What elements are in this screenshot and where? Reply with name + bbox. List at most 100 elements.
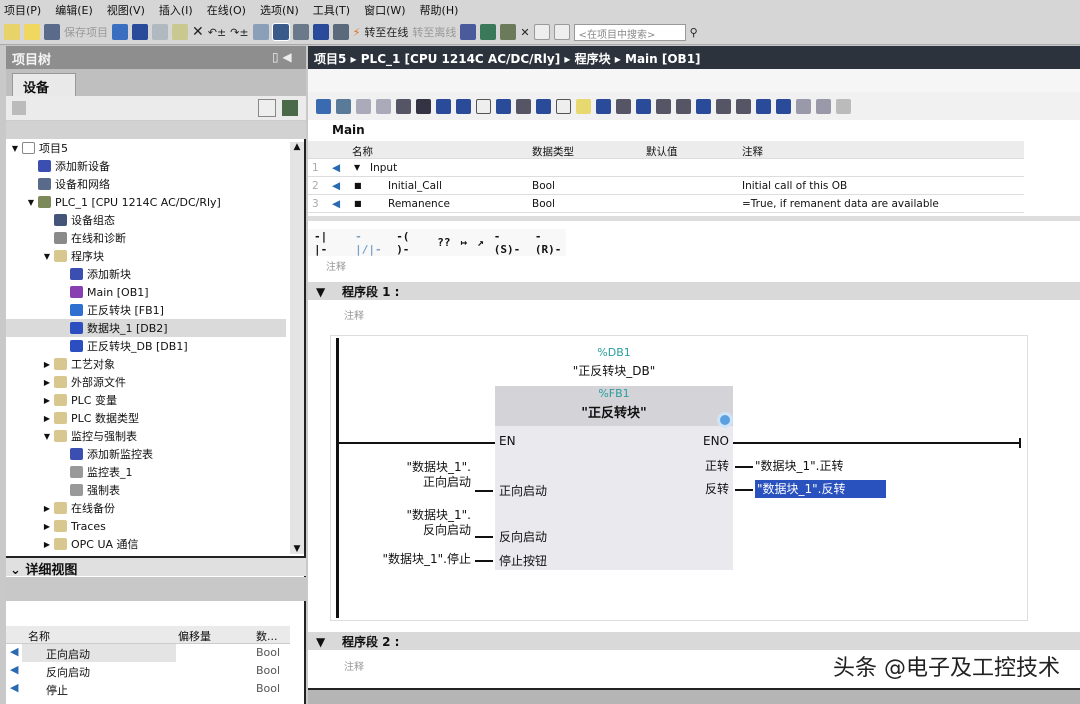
collapse-icon[interactable]: ▼: [316, 285, 325, 299]
tree-item[interactable]: ▶ 外部源文件: [6, 373, 286, 391]
menu-item[interactable]: 视图(V): [103, 2, 155, 18]
menu-item[interactable]: 编辑(E): [51, 2, 103, 18]
tree-item[interactable]: ▶ OPC UA 通信: [6, 535, 286, 553]
export-icon[interactable]: [282, 100, 298, 116]
operand-input[interactable]: "数据块_1". 正向启动: [351, 460, 472, 490]
expand-arrow-icon[interactable]: ▶: [42, 360, 52, 369]
project-search-input[interactable]: <在项目中搜索>: [573, 23, 686, 41]
editor-tool-icon[interactable]: [356, 98, 371, 114]
tree-item[interactable]: ▶ 工艺对象: [6, 355, 286, 373]
tree-item[interactable]: ▼ 监控与强制表: [6, 427, 286, 445]
simulation-icon[interactable]: [312, 24, 329, 40]
editor-tool-icon[interactable]: [436, 98, 451, 114]
instruction-button[interactable]: ↗: [477, 236, 484, 249]
new-project-icon[interactable]: [4, 24, 20, 40]
menu-item[interactable]: 项目(P): [0, 2, 51, 18]
go-offline-button[interactable]: 转至离线: [412, 24, 456, 40]
editor-tool-icon[interactable]: [696, 98, 711, 114]
expand-arrow-icon[interactable]: ▼: [42, 432, 52, 441]
expand-arrow-icon[interactable]: ▼: [354, 163, 360, 172]
scroll-up-icon[interactable]: ▲: [290, 142, 304, 152]
go-online-button[interactable]: 转至在线: [364, 24, 408, 40]
editor-tool-icon[interactable]: [756, 98, 771, 114]
editor-tool-icon[interactable]: [536, 98, 551, 114]
editor-tool-icon[interactable]: [616, 98, 631, 114]
breadcrumb-item[interactable]: 项目5: [314, 52, 346, 66]
breadcrumb-item[interactable]: 程序块: [575, 52, 611, 66]
start-cpu-icon[interactable]: [480, 24, 497, 40]
instruction-button[interactable]: -( )-: [396, 230, 427, 256]
detail-row[interactable]: ◀ 停止 Bool: [6, 680, 290, 698]
expand-arrow-icon[interactable]: ▼: [10, 144, 20, 153]
instruction-button[interactable]: ↦: [461, 236, 468, 249]
editor-tool-icon[interactable]: [576, 98, 591, 114]
editor-tool-icon[interactable]: [336, 98, 351, 114]
breadcrumb-item[interactable]: Main [OB1]: [625, 52, 701, 66]
detail-view-header[interactable]: ⌄ 详细视图: [6, 556, 306, 578]
instruction-button[interactable]: -(S)-: [494, 230, 525, 256]
tree-item[interactable]: ▶ PLC 变量: [6, 391, 286, 409]
network1-comment[interactable]: 注释: [344, 307, 364, 322]
editor-tool-icon[interactable]: [316, 98, 331, 114]
network1-header[interactable]: ▼ 程序段 1 :: [308, 282, 1080, 300]
menu-item[interactable]: 选项(N): [256, 2, 309, 18]
editor-tool-icon[interactable]: [816, 98, 831, 114]
editor-tool-icon[interactable]: [796, 98, 811, 114]
tree-item[interactable]: 在线和诊断: [6, 229, 286, 247]
network2-comment[interactable]: 注释: [344, 658, 364, 673]
scroll-down-icon[interactable]: ▼: [290, 544, 304, 554]
interface-row[interactable]: 1 ◀ ▼ Input: [308, 159, 1024, 177]
editor-tool-icon[interactable]: [736, 98, 751, 114]
cut-icon[interactable]: [132, 24, 148, 40]
menu-item[interactable]: 在线(O): [203, 2, 256, 18]
tree-item[interactable]: 添加新监控表: [6, 445, 286, 463]
tree-item[interactable]: 监控表_1: [6, 463, 286, 481]
tree-item[interactable]: 强制表: [6, 481, 286, 499]
tree-item[interactable]: Main [OB1]: [6, 283, 286, 301]
fb-call-box[interactable]: %FB1 "正反转块" EN ENO 正向启动 反向启动 停止按钮 正转 反转: [495, 386, 733, 570]
detail-row[interactable]: ◀ 反向启动 Bool: [6, 662, 290, 680]
editor-tool-icon[interactable]: [476, 98, 491, 114]
editor-tool-icon[interactable]: [416, 98, 431, 114]
interface-row[interactable]: 2 ◀ ■ Initial_Call Bool Initial call of this …: [308, 177, 1024, 195]
splitter[interactable]: [308, 216, 1080, 221]
tree-item[interactable]: 添加新块: [6, 265, 286, 283]
expand-arrow-icon[interactable]: ▶: [42, 378, 52, 387]
expand-arrow-icon[interactable]: ▼: [26, 198, 36, 207]
split-vertical-icon[interactable]: [553, 24, 570, 40]
expand-arrow-icon[interactable]: ▶: [42, 540, 52, 549]
editor-tool-icon[interactable]: [496, 98, 511, 114]
tree-item[interactable]: 数据块_1 [DB2]: [6, 319, 286, 337]
tree-item[interactable]: 设备和网络: [6, 175, 286, 193]
detail-row[interactable]: ◀ 正向启动 Bool: [6, 644, 290, 662]
expand-arrow-icon[interactable]: ▶: [42, 522, 52, 531]
editor-tool-icon[interactable]: [556, 98, 571, 114]
save-project-button[interactable]: 保存项目: [64, 24, 108, 40]
tree-item[interactable]: 正反转块 [FB1]: [6, 301, 286, 319]
open-project-icon[interactable]: [24, 24, 40, 40]
operand-output[interactable]: "数据块_1".正转: [755, 457, 844, 474]
instance-db-name[interactable]: "正反转块_DB": [495, 362, 733, 379]
instruction-button[interactable]: -(R)-: [535, 230, 566, 256]
block-comment[interactable]: 注释: [326, 258, 346, 273]
editor-tool-icon[interactable]: [716, 98, 731, 114]
editor-tool-icon[interactable]: [776, 98, 791, 114]
operand-output-selected[interactable]: "数据块_1".反转: [755, 480, 886, 498]
editor-tool-icon[interactable]: [516, 98, 531, 114]
print-icon[interactable]: [112, 24, 128, 40]
stop-cpu-icon[interactable]: [500, 24, 517, 40]
redo-icon[interactable]: ↷±: [230, 26, 248, 39]
binoculars-icon[interactable]: ⚲: [690, 26, 698, 39]
tree-item[interactable]: ▶ PLC 数据类型: [6, 409, 286, 427]
menu-item[interactable]: 窗口(W): [360, 2, 415, 18]
breadcrumb-item[interactable]: PLC_1 [CPU 1214C AC/DC/Rly]: [361, 52, 560, 66]
tree-item[interactable]: ▶ Traces: [6, 517, 286, 535]
editor-tool-icon[interactable]: [656, 98, 671, 114]
collapse-icon[interactable]: ▼: [316, 635, 325, 649]
download-icon[interactable]: [271, 23, 290, 41]
interface-row[interactable]: 3 ◀ ■ Remanence Bool =True, if remanent data …: [308, 195, 1024, 213]
save-icon[interactable]: [44, 24, 60, 40]
editor-tool-icon[interactable]: [396, 98, 411, 114]
editor-tool-icon[interactable]: [836, 98, 851, 114]
undo-icon[interactable]: ↶±: [208, 26, 226, 39]
